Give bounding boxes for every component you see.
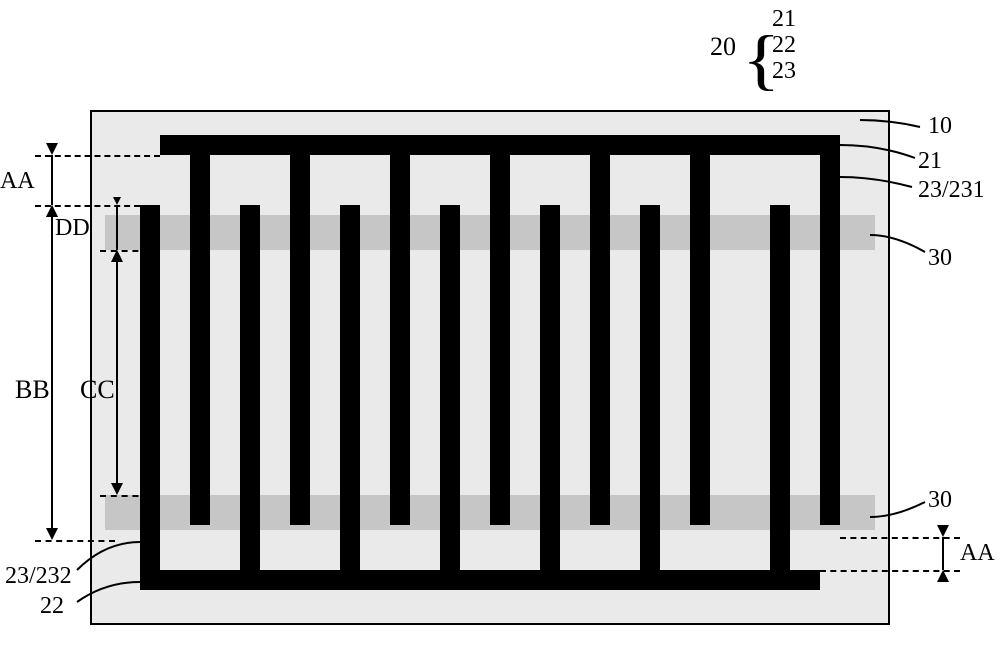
top-finger: [490, 135, 510, 525]
leader-line: [840, 172, 918, 197]
dim-line: [116, 205, 118, 250]
arrow-up-icon: [937, 570, 949, 582]
callout-22: 22: [40, 593, 64, 620]
figure-canvas: 20 { 21 22 23 AA DD BB: [0, 0, 1000, 652]
callout-21: 21: [918, 148, 942, 175]
leader-line: [840, 140, 920, 170]
legend-group-20: 20: [710, 32, 736, 62]
bottom-finger: [540, 205, 560, 590]
leader-line: [870, 497, 930, 522]
top-finger: [590, 135, 610, 525]
dim-line: [51, 212, 53, 533]
dim-AA-top: AA: [0, 168, 35, 195]
callout-23-231: 23/231: [918, 177, 985, 204]
leader-line: [75, 540, 145, 575]
arrow-down-icon: [46, 143, 58, 155]
arrow-down-icon: [937, 525, 949, 537]
callout-10: 10: [928, 113, 952, 140]
dim-line: [942, 537, 944, 570]
arrow-down-icon: [113, 197, 121, 205]
dim-DD: DD: [55, 215, 90, 242]
dash-line: [35, 155, 160, 157]
top-finger: [690, 135, 710, 525]
callout-30-top: 30: [928, 245, 952, 272]
top-finger: [820, 135, 840, 525]
bottom-finger: [440, 205, 460, 590]
bottom-finger: [640, 205, 660, 590]
legend-item-21: 21: [772, 6, 796, 33]
dim-BB: BB: [15, 375, 50, 405]
bottom-finger: [340, 205, 360, 590]
callout-30-bot: 30: [928, 487, 952, 514]
bottom-finger: [770, 205, 790, 590]
bottom-finger: [140, 205, 160, 590]
arrow-down-icon: [46, 528, 58, 540]
dash-line: [100, 250, 160, 252]
top-finger: [190, 135, 210, 525]
callout-23-232: 23/232: [5, 563, 72, 590]
dim-AA-bot: AA: [960, 540, 995, 567]
top-finger: [290, 135, 310, 525]
bottom-finger: [240, 205, 260, 590]
arrow-down-icon: [111, 483, 123, 495]
leader-line: [75, 580, 145, 610]
dim-line: [116, 258, 118, 488]
legend-item-22: 22: [772, 32, 796, 59]
legend-item-23: 23: [772, 58, 796, 85]
leader-line: [870, 230, 930, 260]
leader-line: [860, 115, 930, 135]
top-finger: [390, 135, 410, 525]
dash-line: [100, 495, 160, 497]
dim-line: [51, 155, 53, 205]
dim-CC: CC: [80, 375, 115, 405]
